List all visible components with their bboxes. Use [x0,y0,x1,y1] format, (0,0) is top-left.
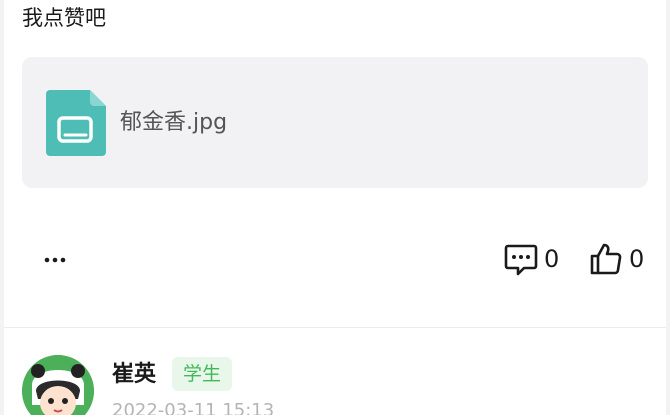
role-badge: 学生 [172,357,233,391]
post-card: 我点赞吧 郁金香.jpg 0 0 崔英 学生 2022-03-11 15:13 [4,0,666,415]
divider [4,327,666,328]
file-name: 郁金香.jpg [120,110,228,135]
like-button[interactable]: 0 [589,241,644,277]
post-timestamp: 2022-03-11 15:13 [112,400,275,415]
author-name: 崔英 [112,362,157,387]
like-count: 0 [629,245,645,273]
post-text: 我点赞吧 [22,6,106,30]
file-attachment[interactable]: 郁金香.jpg [22,57,648,188]
avatar[interactable] [22,355,94,415]
thumbs-up-icon [590,243,622,275]
comment-button[interactable]: 0 [504,241,559,277]
comment-count: 0 [544,245,560,273]
more-icon[interactable] [42,241,72,271]
avatar-illustration [22,355,94,415]
image-file-icon [46,90,106,156]
comment-icon [504,244,538,276]
